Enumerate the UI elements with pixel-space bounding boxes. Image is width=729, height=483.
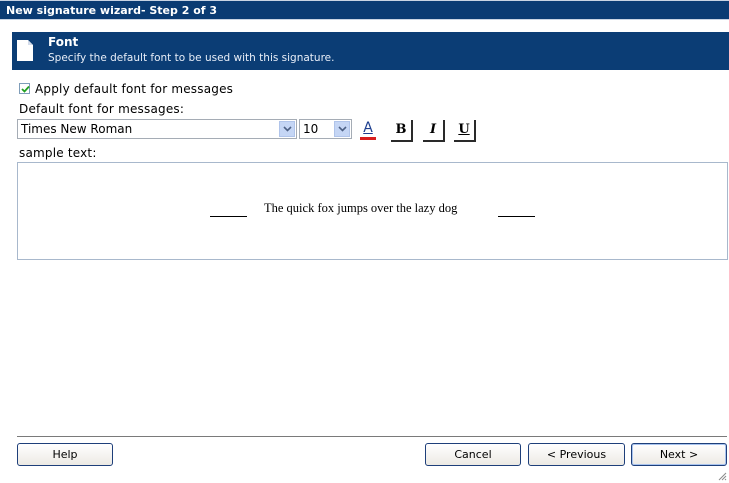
italic-button[interactable]: I [423,120,445,142]
sample-text: The quick fox jumps over the lazy dog [264,201,458,215]
footer-separator-highlight [17,437,727,438]
apply-default-font-label[interactable]: Apply default font for messages [35,82,233,96]
sample-text-label: sample text: [19,146,97,160]
color-swatch [360,137,376,140]
sample-text-preview: The quick fox jumps over the lazy dog [17,162,728,260]
font-size-value: 10 [303,122,319,136]
header-title: Font [48,35,79,49]
default-font-label: Default font for messages: [19,102,185,116]
wizard-header: Font Specify the default font to be used… [12,32,729,70]
next-button[interactable]: Next > [631,443,727,466]
font-color-button[interactable]: A [357,120,379,142]
underline-button[interactable]: U [454,120,476,142]
window-title: New signature wizard- Step 2 of 3 [0,0,729,20]
underline-icon: U [458,122,470,137]
header-subtitle: Specify the default font to be used with… [48,52,335,64]
font-size-select[interactable]: 10 [299,119,352,139]
font-name-select[interactable]: Times New Roman [17,119,297,139]
chevron-down-icon[interactable] [279,121,295,137]
italic-icon: I [429,122,437,137]
cancel-button[interactable]: Cancel [425,443,521,466]
chevron-down-icon[interactable] [334,121,350,137]
resize-grip-icon[interactable] [717,471,727,481]
checkmark-icon [21,85,30,93]
apply-default-font-checkbox[interactable] [19,83,30,94]
document-icon [17,40,33,61]
help-button[interactable]: Help [17,443,113,466]
font-name-value: Times New Roman [21,122,133,136]
font-color-icon: A [363,120,373,136]
bold-icon: B [395,122,407,137]
right-rule [498,216,535,217]
previous-button[interactable]: < Previous [528,443,625,466]
bold-button[interactable]: B [391,120,413,142]
left-rule [210,216,247,217]
